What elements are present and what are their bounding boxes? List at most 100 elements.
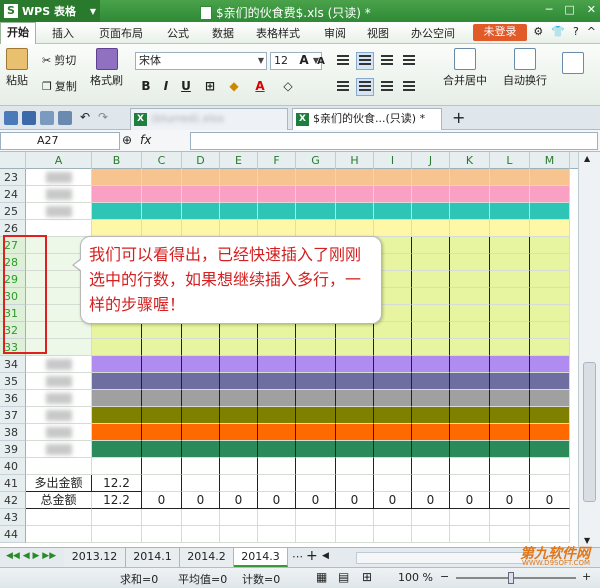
column-header-g[interactable]: G bbox=[296, 152, 336, 169]
cell-e35[interactable] bbox=[220, 373, 258, 390]
cell-g44[interactable] bbox=[296, 526, 336, 543]
add-sheet-icon[interactable]: + bbox=[306, 548, 318, 564]
cell-h33[interactable] bbox=[336, 339, 374, 356]
cell-b44[interactable] bbox=[92, 526, 142, 543]
cell-d24[interactable] bbox=[182, 186, 220, 203]
bold-icon[interactable]: B bbox=[138, 78, 154, 94]
print-icon[interactable] bbox=[40, 111, 54, 125]
border-icon[interactable]: ⊞ bbox=[202, 78, 218, 94]
cell-b25[interactable] bbox=[92, 203, 142, 220]
cell-m24[interactable] bbox=[530, 186, 570, 203]
cell-l37[interactable] bbox=[490, 407, 530, 424]
cell-h41[interactable] bbox=[336, 475, 374, 492]
cell-h23[interactable] bbox=[336, 169, 374, 186]
cell-h24[interactable] bbox=[336, 186, 374, 203]
cell-k39[interactable] bbox=[450, 441, 490, 458]
row-header-25[interactable]: 25 bbox=[0, 203, 26, 220]
cell-m40[interactable] bbox=[530, 458, 570, 475]
column-header-j[interactable]: J bbox=[412, 152, 450, 169]
cell-e24[interactable] bbox=[220, 186, 258, 203]
cell-k37[interactable] bbox=[450, 407, 490, 424]
cell-d38[interactable] bbox=[182, 424, 220, 441]
cell-d39[interactable] bbox=[182, 441, 220, 458]
cell-l26[interactable] bbox=[490, 220, 530, 237]
cell-j33[interactable] bbox=[412, 339, 450, 356]
cell-j39[interactable] bbox=[412, 441, 450, 458]
cut-button[interactable]: ✂ 剪切 bbox=[42, 52, 76, 68]
copy-button[interactable]: ❐ 复制 bbox=[42, 78, 77, 94]
cell-b35[interactable] bbox=[92, 373, 142, 390]
italic-icon[interactable]: I bbox=[158, 78, 174, 94]
cell-g26[interactable] bbox=[296, 220, 336, 237]
column-header-e[interactable]: E bbox=[220, 152, 258, 169]
cell-c44[interactable] bbox=[142, 526, 182, 543]
maximize-icon[interactable]: □ bbox=[564, 3, 574, 16]
cell-m23[interactable] bbox=[530, 169, 570, 186]
cell-i37[interactable] bbox=[374, 407, 412, 424]
sheet-tab-2014-3[interactable]: 2014.3 bbox=[234, 548, 288, 567]
name-box[interactable]: A27 bbox=[0, 132, 120, 150]
cell-f43[interactable] bbox=[258, 509, 296, 526]
cell-c32[interactable] bbox=[142, 322, 182, 339]
cell-j29[interactable] bbox=[412, 271, 450, 288]
cell-i26[interactable] bbox=[374, 220, 412, 237]
cell-c41[interactable] bbox=[142, 475, 182, 492]
cell-f35[interactable] bbox=[258, 373, 296, 390]
cell-e42[interactable]: 0 bbox=[220, 492, 258, 509]
column-header-f[interactable]: F bbox=[258, 152, 296, 169]
cell-l31[interactable] bbox=[490, 305, 530, 322]
undo-icon[interactable]: ↶ bbox=[80, 110, 90, 124]
cell-d23[interactable] bbox=[182, 169, 220, 186]
cell-d34[interactable] bbox=[182, 356, 220, 373]
cell-l41[interactable] bbox=[490, 475, 530, 492]
cell-e38[interactable] bbox=[220, 424, 258, 441]
cell-i44[interactable] bbox=[374, 526, 412, 543]
scroll-thumb[interactable] bbox=[583, 362, 596, 502]
row-header-40[interactable]: 40 bbox=[0, 458, 26, 475]
cell-e43[interactable] bbox=[220, 509, 258, 526]
cell-j26[interactable] bbox=[412, 220, 450, 237]
align-middle-icon[interactable] bbox=[356, 52, 374, 70]
cell-m28[interactable] bbox=[530, 254, 570, 271]
clear-format-icon[interactable]: ◇ bbox=[280, 78, 296, 94]
doc-tab-1[interactable]: X (blurred).xlsx bbox=[130, 108, 288, 130]
row-header-36[interactable]: 36 bbox=[0, 390, 26, 407]
cell-f25[interactable] bbox=[258, 203, 296, 220]
cell-m43[interactable] bbox=[530, 509, 570, 526]
cell-f41[interactable] bbox=[258, 475, 296, 492]
preview-icon[interactable] bbox=[58, 111, 72, 125]
row-header-24[interactable]: 24 bbox=[0, 186, 26, 203]
zoom-slider-thumb[interactable] bbox=[508, 572, 514, 584]
cell-i24[interactable] bbox=[374, 186, 412, 203]
cell-j38[interactable] bbox=[412, 424, 450, 441]
cell-m38[interactable] bbox=[530, 424, 570, 441]
paste-button[interactable]: 粘贴 bbox=[6, 48, 28, 88]
cell-j42[interactable]: 0 bbox=[412, 492, 450, 509]
cell-a43[interactable] bbox=[26, 509, 92, 526]
cell-m31[interactable] bbox=[530, 305, 570, 322]
cell-l42[interactable]: 0 bbox=[490, 492, 530, 509]
collapse-icon[interactable]: ^ bbox=[587, 25, 596, 38]
cell-d35[interactable] bbox=[182, 373, 220, 390]
cell-k32[interactable] bbox=[450, 322, 490, 339]
sheet-nav-icons[interactable]: ◀◀ ◀ ▶ ▶▶ bbox=[6, 551, 56, 561]
cell-e26[interactable] bbox=[220, 220, 258, 237]
cell-d32[interactable] bbox=[182, 322, 220, 339]
select-all-corner[interactable] bbox=[0, 152, 26, 169]
cell-i34[interactable] bbox=[374, 356, 412, 373]
column-header-h[interactable]: H bbox=[336, 152, 374, 169]
row-header-42[interactable]: 42 bbox=[0, 492, 26, 509]
cell-f23[interactable] bbox=[258, 169, 296, 186]
cell-k31[interactable] bbox=[450, 305, 490, 322]
redo-icon[interactable]: ↷ bbox=[98, 110, 108, 124]
cell-g38[interactable] bbox=[296, 424, 336, 441]
cell-l43[interactable] bbox=[490, 509, 530, 526]
cell-k36[interactable] bbox=[450, 390, 490, 407]
cell-b41[interactable]: 12.2 bbox=[92, 475, 142, 492]
cell-k42[interactable]: 0 bbox=[450, 492, 490, 509]
cell-g37[interactable] bbox=[296, 407, 336, 424]
fill-color-icon[interactable]: ◆ bbox=[226, 78, 242, 94]
cell-j40[interactable] bbox=[412, 458, 450, 475]
spreadsheet-grid[interactable]: ABCDEFGHIJKLM 23 24 25 26 27 28 29 30 31 32 33 34 35… bbox=[0, 152, 578, 547]
column-header-i[interactable]: I bbox=[374, 152, 412, 169]
